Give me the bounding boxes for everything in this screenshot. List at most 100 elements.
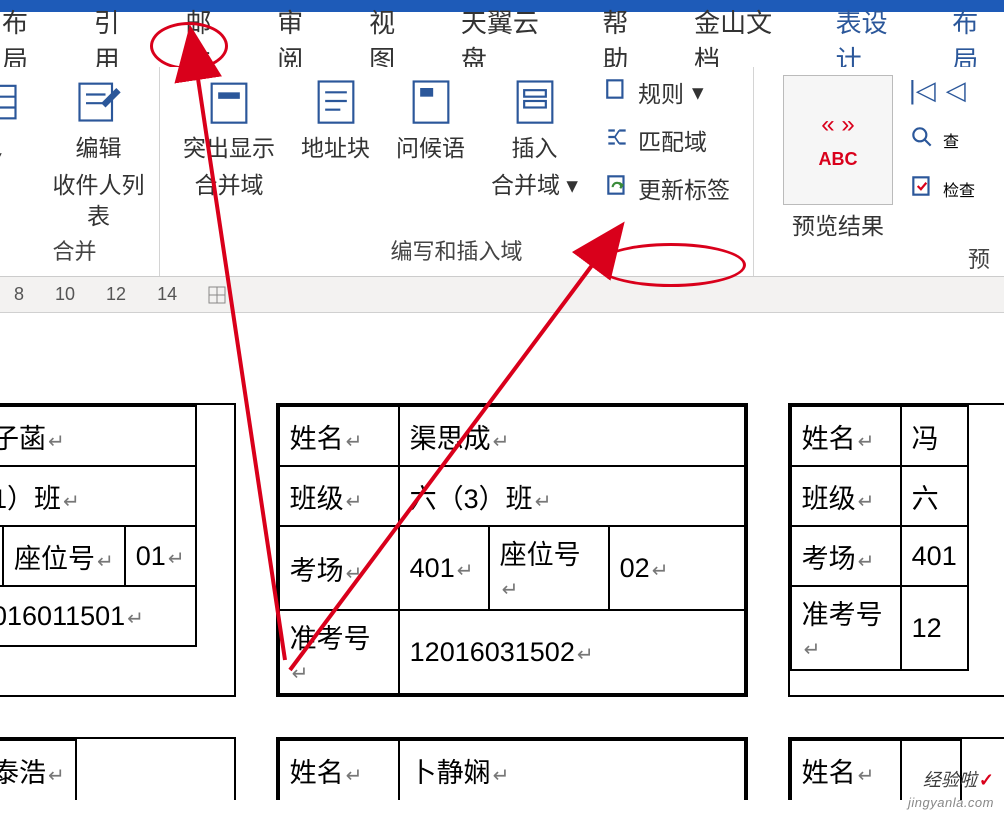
highlight-line2: 合并域	[195, 172, 264, 198]
name-key: 姓名	[290, 424, 344, 454]
find-recipient-label: 查	[943, 128, 959, 152]
ribbon-tabs: 布局 引用 邮件 审阅 视图 天翼云盘 帮助 金山文档 表设计 布局	[0, 12, 1004, 67]
check-errors-button[interactable]: 检查	[909, 173, 975, 204]
rules-label: 规则	[638, 75, 684, 109]
name-value: 渠思成	[410, 424, 491, 454]
greeting-line-button[interactable]: 问候语	[396, 75, 465, 164]
room-key: 考场	[290, 556, 344, 586]
prev-record-button[interactable]: ◁	[946, 75, 966, 106]
table-row: 泰浩↵	[0, 740, 76, 800]
record-navigation: |◁ ◁	[909, 75, 966, 106]
class-key: 班级	[802, 484, 856, 514]
table-row: 考场↵ 401	[791, 526, 968, 586]
name-value: 子菡	[0, 424, 46, 454]
seat-key: 座位号	[500, 540, 581, 570]
find-recipient-button[interactable]: 查	[909, 124, 959, 155]
update-labels-label: 更新标签	[638, 171, 730, 205]
label-table-1: 子菡↵ 1）班↵ 座位号↵ 01↵ 016011501↵	[0, 405, 197, 647]
label-card-4: 泰浩↵	[0, 737, 236, 800]
label-table-3: 姓名↵ 冯 班级↵ 六 考场↵ 401 准考号↵ 12	[790, 405, 969, 671]
abc-label: ABC	[818, 147, 857, 171]
edit-list-icon	[73, 75, 125, 127]
group-start-mail-merge: · ▾ 编辑 收件人列表 合并	[0, 67, 160, 276]
watermark-text: 经验啦	[923, 770, 977, 790]
watermark-url: jingyanla.com	[908, 795, 994, 810]
label-card-1: 子菡↵ 1）班↵ 座位号↵ 01↵ 016011501↵	[0, 403, 236, 697]
room-value: 401	[912, 541, 957, 571]
match-fields-button[interactable]: 匹配域	[604, 123, 707, 157]
label-card-2: 姓名↵ 渠思成↵ 班级↵ 六（3）班↵ 考场↵ 401↵ 座位号↵ 02↵ 准考…	[276, 403, 748, 697]
group-label-mail-merge: 合并	[52, 234, 96, 272]
label-row-1: 子菡↵ 1）班↵ 座位号↵ 01↵ 016011501↵ 姓名↵	[0, 403, 1004, 697]
highlight-merge-fields-button[interactable]: 突出显示 合并域	[183, 75, 275, 201]
preview-results-button[interactable]: « » ABC 预览结果	[783, 75, 893, 242]
name-key: 姓名	[802, 424, 856, 454]
group-label-write-insert: 编写和插入域	[390, 234, 522, 272]
preview-results-label: 预览结果	[792, 213, 884, 239]
update-labels-icon	[604, 172, 630, 204]
greeting-label: 问候语	[396, 135, 465, 161]
highlight-line1: 突出显示	[183, 135, 275, 161]
ruler-tab-icon	[208, 286, 226, 304]
label-card-5: 姓名↵ 卜静娴↵	[276, 737, 748, 800]
table-row: 姓名↵ 冯	[791, 406, 968, 466]
exam-value: 12	[912, 613, 942, 643]
exam-id-value: 016011501	[0, 601, 125, 631]
class-value: 六（3）班	[410, 484, 533, 514]
class-value: 六	[912, 484, 939, 514]
exam-key: 准考号	[802, 600, 883, 630]
ruler-mark-12: 12	[106, 284, 126, 305]
check-errors-label: 检查	[943, 177, 975, 201]
horizontal-ruler[interactable]: 8 10 12 14	[0, 277, 1004, 313]
group-write-insert: 突出显示 合并域 地址块 问候语 插入 合并域 ▾	[160, 67, 754, 276]
room-key: 考场	[802, 544, 856, 574]
table-row: 1）班↵	[0, 466, 196, 526]
ruler-mark-14: 14	[157, 284, 177, 305]
table-row: 姓名↵ 卜静娴↵	[279, 740, 745, 800]
document-area[interactable]: 子菡↵ 1）班↵ 座位号↵ 01↵ 016011501↵ 姓名↵	[0, 313, 1004, 840]
match-fields-icon	[604, 124, 630, 156]
table-row: 班级↵ 六	[791, 466, 968, 526]
seat-value: 01	[136, 541, 166, 571]
name-value: 卜静娴	[410, 758, 491, 788]
ruler-mark-10: 10	[55, 284, 75, 305]
group-preview: « » ABC 预览结果 |◁ ◁ 查	[754, 67, 1004, 276]
ribbon: · ▾ 编辑 收件人列表 合并 突出显示 合并域	[0, 67, 1004, 277]
table-row: 班级↵ 六（3）班↵	[279, 466, 745, 526]
table-row: 016011501↵	[0, 586, 196, 646]
exam-key: 准考号	[290, 624, 371, 654]
highlight-icon	[203, 75, 255, 127]
edit-recipients-button[interactable]: 编辑 收件人列表	[48, 75, 149, 232]
watermark: 经验啦✓	[923, 766, 994, 792]
exam-value: 12016031502	[410, 637, 575, 667]
address-block-icon	[310, 75, 362, 127]
greeting-icon	[405, 75, 457, 127]
field-options-column: 规则 ▾ 匹配域 更新标签	[604, 75, 730, 205]
table-row: 姓名↵ 渠思成↵	[279, 406, 745, 466]
insert-merge-field-button[interactable]: 插入 合并域 ▾	[491, 75, 578, 201]
search-icon	[909, 124, 935, 155]
edit-recipients-line2: 收件人列表	[53, 172, 145, 229]
class-key: 班级	[290, 484, 344, 514]
room-value: 401	[410, 553, 455, 583]
first-record-button[interactable]: |◁	[909, 75, 936, 106]
rules-button[interactable]: 规则 ▾	[604, 75, 704, 109]
name-value: 冯	[912, 424, 939, 454]
table-row: 子菡↵	[0, 406, 196, 466]
match-fields-label: 匹配域	[638, 123, 707, 157]
insert-field-icon	[509, 75, 561, 127]
insert-field-line2: 合并域	[491, 172, 560, 198]
select-recipients-button[interactable]: · ▾	[0, 75, 22, 173]
check-icon	[909, 173, 935, 204]
table-row: 座位号↵ 01↵	[0, 526, 196, 586]
name-key: 姓名	[290, 758, 344, 788]
address-block-button[interactable]: 地址块	[301, 75, 370, 164]
class-value: 1）班	[0, 484, 61, 514]
label-row-2: 泰浩↵ 姓名↵ 卜静娴↵ 姓名↵	[0, 737, 1004, 800]
recipients-icon	[0, 75, 22, 127]
group-label-preview: 预	[968, 242, 994, 280]
seat-value: 02	[620, 553, 650, 583]
insert-field-line1: 插入	[512, 135, 558, 161]
table-row: 准考号↵ 12	[791, 586, 968, 670]
update-labels-button[interactable]: 更新标签	[604, 171, 730, 205]
